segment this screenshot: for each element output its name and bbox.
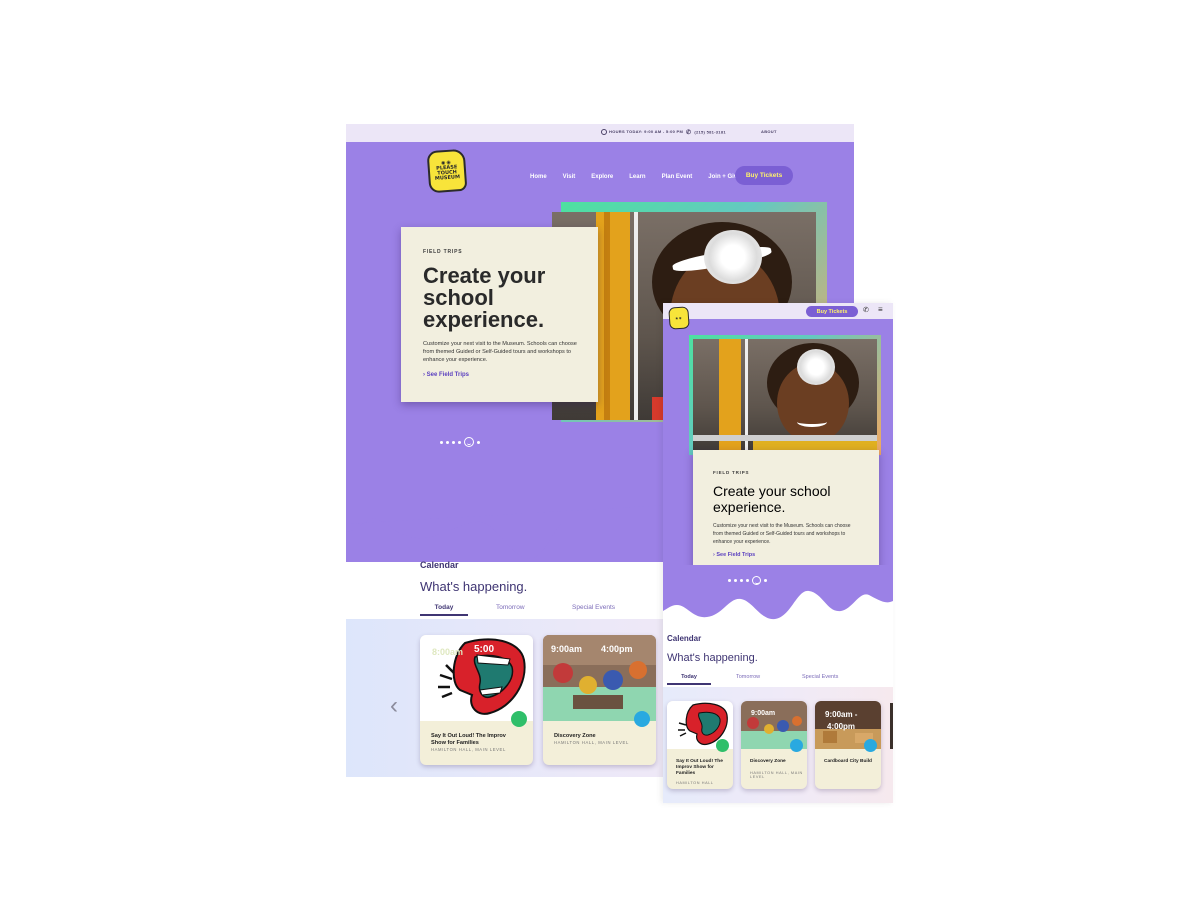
carousel-dot[interactable]: [734, 579, 737, 582]
event-name: Say It Out Loud! The Improv Show for Fam…: [431, 733, 506, 746]
tab-tomorrow[interactable]: Tomorrow: [496, 604, 525, 611]
hours-text: HOURS TODAY: 9:00 am - 5:00 pm: [609, 129, 684, 135]
see-field-trips-link[interactable]: › See Field Trips: [423, 372, 598, 378]
calendar-heading: What's happening.: [420, 579, 528, 594]
carousel-dot[interactable]: [740, 579, 743, 582]
event-image: 9:00am 4:00pm: [543, 635, 656, 721]
about-link[interactable]: ABOUT: [761, 129, 777, 134]
event-location: HAMILTON HALL, MAIN LEVEL: [750, 771, 803, 779]
hero-card: FIELD TRIPS Create your school experienc…: [693, 450, 879, 576]
cube-icon: [634, 711, 650, 727]
nav-visit[interactable]: Visit: [563, 174, 576, 180]
museum-logo[interactable]: ◉◉ PLEASE TOUCH MUSEUM: [426, 148, 468, 194]
event-location: HAMILTON HALL, MAIN LEVEL: [554, 740, 629, 745]
hero-photo: [693, 339, 877, 453]
phone-number[interactable]: ✆ (215) 581-3181: [686, 129, 726, 136]
menu-icon[interactable]: ≡: [878, 306, 883, 314]
logo-line-3: MUSEUM: [434, 174, 461, 182]
carousel-dot[interactable]: [440, 440, 443, 444]
hero-drip-edge: [663, 565, 893, 620]
tab-tomorrow[interactable]: Tomorrow: [736, 674, 760, 680]
theater-masks-icon: [511, 711, 527, 727]
phone-text: (215) 581-3181: [694, 129, 726, 135]
showcase-stage: HOURS TODAY: 9:00 am - 5:00 pm ✆ (215) 58…: [0, 0, 1200, 900]
hero-section: FIELD TRIPS Create your school experienc…: [663, 319, 893, 579]
tab-special-events[interactable]: Special Events: [572, 604, 615, 611]
next-card-peek: [890, 703, 893, 749]
carousel-dot[interactable]: [458, 440, 461, 444]
event-card[interactable]: 9:00am 4:00pm Discovery Zone HAMILTON HA…: [543, 635, 656, 765]
chevron-right-icon: ›: [713, 552, 715, 558]
smiley-dot-icon[interactable]: [752, 576, 761, 585]
event-name: Discovery Zone: [554, 733, 596, 739]
buy-tickets-button[interactable]: Buy Tickets: [735, 166, 793, 185]
event-card[interactable]: 8:00am 5:00 Say It Out Loud! The Improv …: [420, 635, 533, 765]
event-time: 9:00am: [751, 710, 775, 717]
hours-today: HOURS TODAY: 9:00 am - 5:00 pm: [601, 129, 683, 135]
carousel-dot[interactable]: [746, 579, 749, 582]
nav-home[interactable]: Home: [524, 170, 550, 182]
event-time-end: 4:00pm: [827, 722, 855, 731]
hero-body: Customize your next visit to the Museum.…: [713, 523, 851, 545]
hero-title: Create your school experience.: [423, 263, 546, 332]
event-location: HAMILTON HALL: [676, 781, 714, 785]
main-nav: Home Visit Explore Learn Plan Event Join…: [522, 168, 748, 186]
logo-eyes: ◉◉: [675, 315, 683, 320]
nav-learn[interactable]: Learn: [629, 174, 645, 180]
link-text: See Field Trips: [426, 372, 470, 378]
event-time-end: 4:00pm: [601, 644, 633, 654]
carousel-dots: [728, 576, 767, 585]
hero-card: FIELD TRIPS Create your school experienc…: [401, 227, 598, 402]
cube-icon: [864, 739, 877, 752]
event-card[interactable]: 9:00am Discovery Zone HAMILTON HALL, MAI…: [741, 701, 807, 789]
utility-bar: HOURS TODAY: 9:00 am - 5:00 pm ✆ (215) 58…: [346, 124, 854, 142]
calendar-label: Calendar: [420, 560, 459, 570]
hero-title: Create your school experience.: [713, 483, 831, 515]
event-time-start: 8:00am: [432, 647, 463, 657]
event-name: Say It Out Loud! The Improv Show for Fam…: [676, 759, 723, 776]
nav-plan-event[interactable]: Plan Event: [662, 174, 693, 180]
event-card[interactable]: 9:00am - 4:00pm Cardboard City Build: [815, 701, 881, 789]
hero-kicker: FIELD TRIPS: [713, 470, 750, 475]
tab-special-events[interactable]: Special Events: [802, 674, 838, 680]
carousel-dot[interactable]: [477, 440, 480, 444]
hero-body: Customize your next visit to the Museum.…: [423, 341, 577, 363]
hero-kicker: FIELD TRIPS: [423, 249, 463, 255]
event-name: Discovery Zone: [750, 759, 786, 764]
event-time-start: 9:00am -: [825, 710, 858, 719]
chevron-right-icon: ›: [423, 372, 425, 378]
calendar-heading: What's happening.: [667, 652, 758, 664]
cube-icon: [790, 739, 803, 752]
phone-icon: ✆: [686, 130, 692, 136]
tab-today[interactable]: Today: [420, 604, 468, 616]
tab-today[interactable]: Today: [667, 674, 711, 685]
see-field-trips-link[interactable]: › See Field Trips: [713, 552, 879, 558]
museum-logo[interactable]: ◉◉: [668, 306, 690, 330]
carousel-dot[interactable]: [764, 579, 767, 582]
theater-masks-icon: [716, 739, 729, 752]
clock-icon: [601, 129, 607, 135]
mobile-header: [663, 303, 893, 319]
event-image: 8:00am 5:00: [420, 635, 533, 721]
event-time-start: 9:00am: [551, 644, 582, 654]
event-time-end: 5:00: [474, 644, 494, 655]
smiley-dot-icon[interactable]: [464, 437, 474, 447]
nav-explore[interactable]: Explore: [591, 174, 613, 180]
carousel-dot[interactable]: [446, 440, 449, 444]
event-location: HAMILTON HALL, MAIN LEVEL: [431, 747, 506, 752]
phone-icon[interactable]: ✆: [863, 306, 869, 314]
carousel-dots: [440, 437, 480, 447]
calendar-label: Calendar: [667, 634, 702, 643]
mobile-screen: ◉◉ Buy Tickets ✆ ≡ FIELD TRIPS Create yo…: [663, 303, 893, 803]
link-text: See Field Trips: [716, 552, 756, 558]
carousel-dot[interactable]: [452, 440, 455, 444]
buy-tickets-button[interactable]: Buy Tickets: [806, 306, 858, 317]
chevron-left-icon[interactable]: ‹: [390, 692, 398, 720]
event-card[interactable]: Say It Out Loud! The Improv Show for Fam…: [667, 701, 733, 789]
carousel-dot[interactable]: [728, 579, 731, 582]
calendar-tabs: Today Tomorrow Special Events: [667, 674, 887, 686]
event-name: Cardboard City Build: [824, 759, 872, 764]
